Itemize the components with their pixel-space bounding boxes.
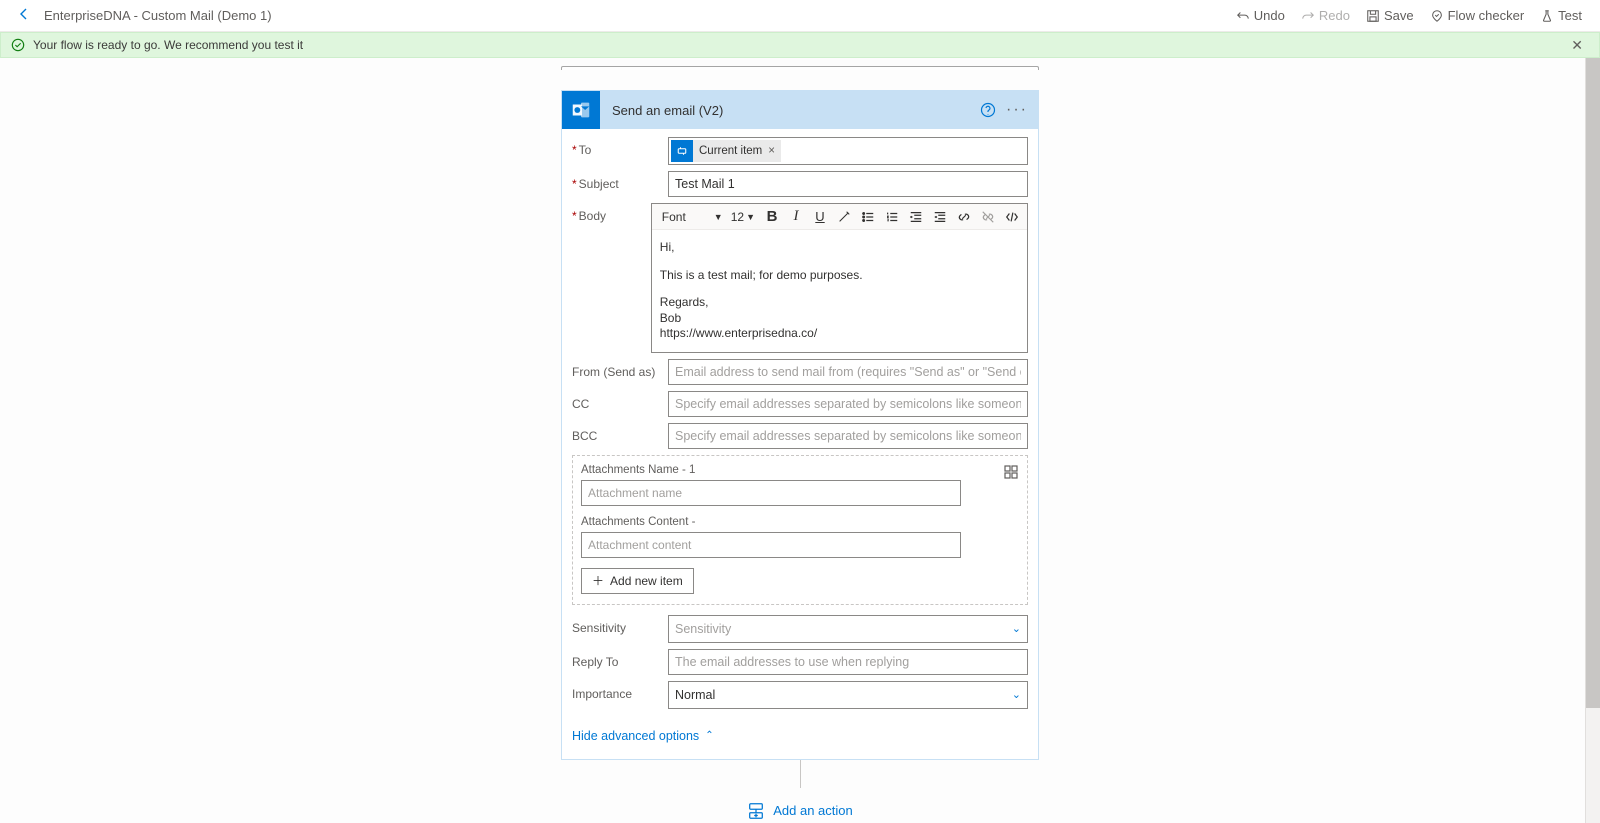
- card-body: *To Current item ×: [562, 129, 1038, 759]
- top-toolbar: EnterpriseDNA - Custom Mail (Demo 1) Und…: [0, 0, 1600, 32]
- number-list-button[interactable]: [881, 206, 903, 228]
- link-button[interactable]: [953, 206, 975, 228]
- chevron-down-icon: ⌄: [1012, 622, 1021, 635]
- indent-button[interactable]: [929, 206, 951, 228]
- to-label: *To: [572, 137, 668, 157]
- bold-button[interactable]: B: [761, 206, 783, 228]
- attach-name-input[interactable]: [581, 480, 961, 506]
- font-size-select[interactable]: 12▼: [727, 206, 759, 228]
- outlook-icon: [562, 91, 600, 129]
- banner-text: Your flow is ready to go. We recommend y…: [33, 38, 303, 52]
- importance-label: Importance: [572, 681, 668, 701]
- add-new-item-button[interactable]: ＋ Add new item: [581, 568, 694, 594]
- redo-button[interactable]: Redo: [1293, 4, 1358, 27]
- underline-button[interactable]: U: [809, 206, 831, 228]
- cc-label: CC: [572, 391, 668, 411]
- connector-line: [800, 760, 801, 788]
- chevron-down-icon: ⌄: [1012, 688, 1021, 701]
- body-label: *Body: [572, 203, 651, 223]
- help-icon[interactable]: [974, 98, 1002, 122]
- test-label: Test: [1558, 8, 1582, 23]
- attachments-group: Attachments Name - 1 Attachments Content…: [572, 455, 1028, 605]
- unlink-button[interactable]: [977, 206, 999, 228]
- font-color-button[interactable]: [833, 206, 855, 228]
- flow-canvas[interactable]: Send an email (V2) ··· *To: [0, 58, 1600, 823]
- redo-label: Redo: [1319, 8, 1350, 23]
- replyto-input[interactable]: [668, 649, 1028, 675]
- check-circle-icon: [11, 38, 25, 52]
- token-text: Current item: [699, 145, 766, 157]
- to-field[interactable]: Current item ×: [668, 137, 1028, 165]
- outdent-button[interactable]: [905, 206, 927, 228]
- importance-select[interactable]: Normal ⌄: [668, 681, 1028, 709]
- previous-step-stub: [561, 66, 1039, 70]
- switch-to-array-icon[interactable]: [997, 462, 1019, 483]
- rtf-toolbar: Font▼ 12▼ B I U: [652, 204, 1027, 230]
- card-title: Send an email (V2): [612, 103, 723, 118]
- flow-title: EnterpriseDNA - Custom Mail (Demo 1): [44, 8, 272, 23]
- from-label: From (Send as): [572, 359, 668, 379]
- replyto-label: Reply To: [572, 649, 668, 669]
- add-action-button[interactable]: Add an action: [561, 788, 1039, 823]
- cc-input[interactable]: [668, 391, 1028, 417]
- italic-button[interactable]: I: [785, 206, 807, 228]
- body-content[interactable]: Hi, This is a test mail; for demo purpos…: [652, 230, 1027, 352]
- plus-icon: ＋: [592, 572, 604, 589]
- send-email-card: Send an email (V2) ··· *To: [561, 90, 1039, 760]
- save-label: Save: [1384, 8, 1414, 23]
- attach-content-label: Attachments Content -: [581, 516, 1019, 528]
- sensitivity-select[interactable]: Sensitivity ⌄: [668, 615, 1028, 643]
- token-remove-icon[interactable]: ×: [766, 145, 781, 157]
- success-banner: Your flow is ready to go. We recommend y…: [0, 32, 1600, 58]
- hide-advanced-link[interactable]: Hide advanced options ⌃: [572, 729, 714, 743]
- attach-content-input[interactable]: [581, 532, 961, 558]
- banner-close-icon[interactable]: ✕: [1565, 35, 1589, 56]
- card-header[interactable]: Send an email (V2) ···: [562, 91, 1038, 129]
- bcc-input[interactable]: [668, 423, 1028, 449]
- flow-checker-button[interactable]: Flow checker: [1422, 4, 1533, 27]
- subject-input[interactable]: [668, 171, 1028, 197]
- test-button[interactable]: Test: [1532, 4, 1590, 27]
- code-view-button[interactable]: [1001, 206, 1023, 228]
- flow-checker-label: Flow checker: [1448, 8, 1525, 23]
- save-button[interactable]: Save: [1358, 4, 1422, 27]
- bullet-list-button[interactable]: [857, 206, 879, 228]
- body-editor: Font▼ 12▼ B I U: [651, 203, 1028, 353]
- back-arrow-icon[interactable]: [10, 2, 38, 30]
- subject-label: *Subject: [572, 171, 668, 191]
- chevron-up-icon: ⌃: [705, 730, 713, 741]
- bcc-label: BCC: [572, 423, 668, 443]
- attach-name-label: Attachments Name - 1: [581, 464, 997, 476]
- to-token-current-item[interactable]: Current item ×: [671, 140, 781, 162]
- font-select[interactable]: Font▼: [656, 206, 725, 228]
- undo-button[interactable]: Undo: [1228, 4, 1293, 27]
- sensitivity-label: Sensitivity: [572, 615, 668, 635]
- from-input[interactable]: [668, 359, 1028, 385]
- undo-label: Undo: [1254, 8, 1285, 23]
- card-menu-icon[interactable]: ···: [1002, 101, 1038, 119]
- loop-icon: [671, 140, 693, 162]
